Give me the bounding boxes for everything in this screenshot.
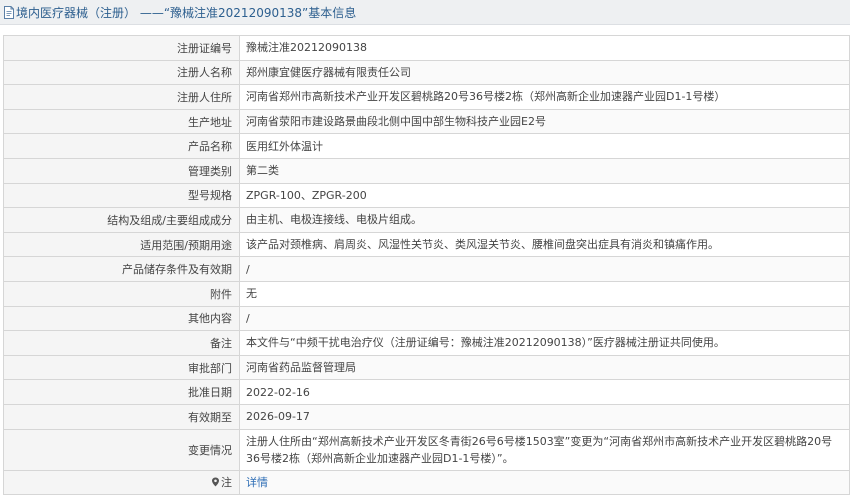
row-value: 注册人住所由“郑州高新技术产业开发区冬青街26号6号楼1503室”变更为“河南省… xyxy=(239,428,850,471)
row-label: 注册人住所 xyxy=(3,84,240,110)
info-table: 注册证编号 豫械注准20212090138 注册人名称 郑州康宜健医疗器械有限责… xyxy=(3,35,850,496)
row-label: 产品储存条件及有效期 xyxy=(3,256,240,282)
table-row: 结构及组成/主要组成成分 由主机、电极连接线、电极片组成。 xyxy=(3,207,850,233)
document-icon xyxy=(3,5,15,19)
row-label: 批准日期 xyxy=(3,379,240,405)
row-label: 其他内容 xyxy=(3,305,240,332)
row-label: 型号规格 xyxy=(3,182,240,209)
title-bar: 境内医疗器械（注册） ——“豫械注准20212090138”基本信息 xyxy=(0,0,850,25)
row-label: 有效期至 xyxy=(3,403,240,430)
row-label: 生产地址 xyxy=(3,108,240,135)
table-row: 注册人名称 郑州康宜健医疗器械有限责任公司 xyxy=(3,59,850,86)
row-label: 注册证编号 xyxy=(3,35,240,61)
row-value: 河南省药品监督管理局 xyxy=(239,354,850,381)
table-row: 有效期至 2026-09-17 xyxy=(3,403,850,430)
table-row: 注册证编号 豫械注准20212090138 xyxy=(3,35,850,61)
table-row: 适用范围/预期用途 该产品对颈椎病、肩周炎、风湿性关节炎、类风湿关节炎、腰椎间盘… xyxy=(3,231,850,258)
table-row: 型号规格 ZPGR-100、ZPGR-200 xyxy=(3,182,850,209)
row-value: 无 xyxy=(239,280,850,307)
note-label: 注 xyxy=(221,476,232,490)
row-value: 本文件与“中频干扰电治疗仪（注册证编号：豫械注准20212090138）”医疗器… xyxy=(239,330,850,356)
table-row: 产品名称 医用红外体温计 xyxy=(3,133,850,159)
row-label: 产品名称 xyxy=(3,133,240,159)
details-link[interactable]: 详情 xyxy=(246,476,268,489)
row-label: 备注 xyxy=(3,330,240,356)
row-label: 附件 xyxy=(3,280,240,307)
row-label: 注册人名称 xyxy=(3,59,240,86)
row-value: / xyxy=(239,305,850,332)
row-value: 豫械注准20212090138 xyxy=(239,35,850,61)
table-row: 管理类别 第二类 xyxy=(3,157,850,184)
row-label: 变更情况 xyxy=(3,428,240,471)
row-value: 由主机、电极连接线、电极片组成。 xyxy=(239,207,850,233)
row-value: 河南省郑州市高新技术产业开发区碧桃路20号36号楼2栋（郑州高新企业加速器产业园… xyxy=(239,84,850,110)
note-value-cell: 详情 xyxy=(239,469,850,496)
row-value: / xyxy=(239,256,850,282)
row-value: 医用红外体温计 xyxy=(239,133,850,159)
table-row: 其他内容 / xyxy=(3,305,850,332)
table-row: 批准日期 2022-02-16 xyxy=(3,379,850,405)
row-value: 第二类 xyxy=(239,157,850,184)
row-value: ZPGR-100、ZPGR-200 xyxy=(239,182,850,209)
table-row: 产品储存条件及有效期 / xyxy=(3,256,850,282)
row-label: 适用范围/预期用途 xyxy=(3,231,240,258)
table-row: 附件 无 xyxy=(3,280,850,307)
note-row: 注 详情 xyxy=(3,469,850,496)
row-label: 结构及组成/主要组成成分 xyxy=(3,207,240,233)
row-label: 审批部门 xyxy=(3,354,240,381)
table-row: 注册人住所 河南省郑州市高新技术产业开发区碧桃路20号36号楼2栋（郑州高新企业… xyxy=(3,84,850,110)
row-value: 2022-02-16 xyxy=(239,379,850,405)
row-value: 郑州康宜健医疗器械有限责任公司 xyxy=(239,59,850,86)
note-label-cell: 注 xyxy=(3,469,240,496)
table-row: 生产地址 河南省荥阳市建设路景曲段北侧中国中部生物科技产业园E2号 xyxy=(3,108,850,135)
table-row: 备注 本文件与“中频干扰电治疗仪（注册证编号：豫械注准20212090138）”… xyxy=(3,330,850,356)
table-row: 变更情况 注册人住所由“郑州高新技术产业开发区冬青街26号6号楼1503室”变更… xyxy=(3,428,850,471)
row-value: 该产品对颈椎病、肩周炎、风湿性关节炎、类风湿关节炎、腰椎间盘突出症具有消炎和镇痛… xyxy=(239,231,850,258)
row-value: 河南省荥阳市建设路景曲段北侧中国中部生物科技产业园E2号 xyxy=(239,108,850,135)
page-title: 境内医疗器械（注册） ——“豫械注准20212090138”基本信息 xyxy=(16,5,357,20)
map-pin-icon xyxy=(211,477,220,487)
row-label: 管理类别 xyxy=(3,157,240,184)
row-value: 2026-09-17 xyxy=(239,403,850,430)
table-row: 审批部门 河南省药品监督管理局 xyxy=(3,354,850,381)
